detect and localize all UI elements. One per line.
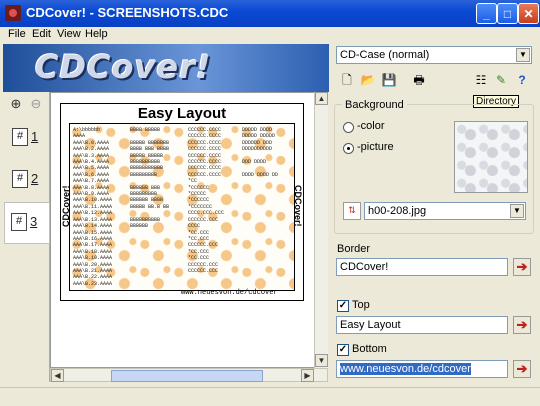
preview-column: CCCCCC.CCCC CCCCCC.CCCC CCCCCC.CCCC CCCC… [188,127,225,274]
maximize-button[interactable]: □ [497,3,518,24]
chevron-down-icon: ▼ [510,204,524,218]
status-bar [0,387,540,406]
title-bar: CDCover! - SCREENSHOTS.CDC _ □ ✕ [0,0,540,27]
save-icon[interactable]: 💾 [380,71,398,89]
directory-icon[interactable]: ☷ [472,71,490,89]
horizontal-scrollbar[interactable]: ◀ ▶ [50,368,328,382]
preview-body: A:\bbbbbb AAAA AAA\B.0.AAAA AAA\B.2.AAAA… [69,123,295,291]
preview-footer: www.neuesvon.de/cdcover [181,289,278,297]
preview-spine-left: CDCover! [61,185,71,227]
page-number: 2 [31,171,39,186]
border-label: Border [337,243,371,255]
background-image-value: h00-208.jpg [368,205,427,217]
radio-picture-label: -picture [357,141,394,153]
preview-spine-right: CDCover! [293,185,303,227]
background-image-select[interactable]: h00-208.jpg ▼ [364,202,526,220]
menu-view[interactable]: View [57,28,81,40]
page-icon: # [12,128,28,146]
scroll-right-icon[interactable]: ▶ [301,369,314,382]
apply-arrow-icon[interactable]: ➔ [513,316,531,334]
top-label: Top [352,299,370,311]
page-icon: # [12,170,28,188]
open-folder-icon[interactable]: 📂 [359,71,377,89]
menu-help[interactable]: Help [85,28,108,40]
vertical-scrollbar[interactable]: ▲ ▼ [314,92,328,368]
zoom-out-icon[interactable]: ⊖ [28,96,44,112]
page-number: 3 [30,214,38,229]
help-icon[interactable]: ? [513,71,531,89]
scroll-down-icon[interactable]: ▼ [315,354,328,367]
preview-column: BBBB BBBBB BBBBB BBBBBBB BBBB BBB BBBB B… [130,127,170,230]
border-text-input[interactable]: CDCover! [336,258,508,276]
top-text-input[interactable]: Easy Layout [336,316,508,334]
scroll-left-icon[interactable]: ◀ [51,369,64,382]
menu-bar: File Edit View Help [0,27,540,43]
preview-title: Easy Layout [137,105,227,122]
bottom-label: Bottom [352,343,387,355]
page-number: 1 [31,129,39,144]
radio-color[interactable] [343,122,354,133]
app-icon[interactable] [5,5,21,21]
print-icon[interactable]: 🖶 [410,71,428,89]
minimize-button[interactable]: _ [476,3,497,24]
bottom-text-input[interactable]: www.neuesvon.de/cdcover [336,360,508,378]
menu-edit[interactable]: Edit [32,28,51,40]
apply-arrow-icon[interactable]: ➔ [513,360,531,378]
preview-column: A:\bbbbbb AAAA AAA\B.0.AAAA AAA\B.2.AAAA… [73,127,113,287]
radio-color-label: -color [357,120,385,132]
new-document-icon[interactable]: 🗋 [338,71,356,89]
preview-canvas[interactable]: Easy Layout CDCover! A:\bbbbbb AAAA AAA\… [50,92,328,368]
window-title: CDCover! - SCREENSHOTS.CDC [26,5,229,20]
close-button[interactable]: ✕ [518,3,539,24]
zoom-in-icon[interactable]: ⊕ [8,96,24,112]
page-tab-2[interactable]: # 2 [6,160,46,200]
case-type-value: CD-Case (normal) [340,49,430,61]
scrollbar-thumb[interactable] [111,370,263,382]
page-tab-3[interactable]: # 3 [4,202,50,244]
page-icon: # [11,213,27,231]
chevron-down-icon: ▼ [516,48,530,62]
background-image-preview [454,121,528,193]
page-tab-1[interactable]: # 1 [6,118,46,158]
bottom-text-selection: www.neuesvon.de/cdcover [340,363,471,375]
cover-preview[interactable]: Easy Layout CDCover! A:\bbbbbb AAAA AAA\… [60,103,304,301]
image-tool-icon[interactable]: ✎ [492,71,510,89]
preview-column: DDDDD DDDD DDDDD DDDDD DDDDDD DDD DDDDDD… [242,127,279,178]
top-checkbox[interactable]: ✓ [337,300,349,312]
logo-banner: CDCover! [3,44,329,92]
logo-text: CDCover! [35,48,212,86]
bottom-checkbox[interactable]: ✓ [337,344,349,356]
radio-picture[interactable] [343,143,354,154]
scroll-up-icon[interactable]: ▲ [315,92,328,105]
menu-file[interactable]: File [8,28,26,40]
background-group-label: Background [342,99,407,111]
image-browse-icon[interactable]: ⇅ [343,202,361,220]
case-type-select[interactable]: CD-Case (normal) ▼ [336,46,532,64]
apply-arrow-icon[interactable]: ➔ [513,258,531,276]
